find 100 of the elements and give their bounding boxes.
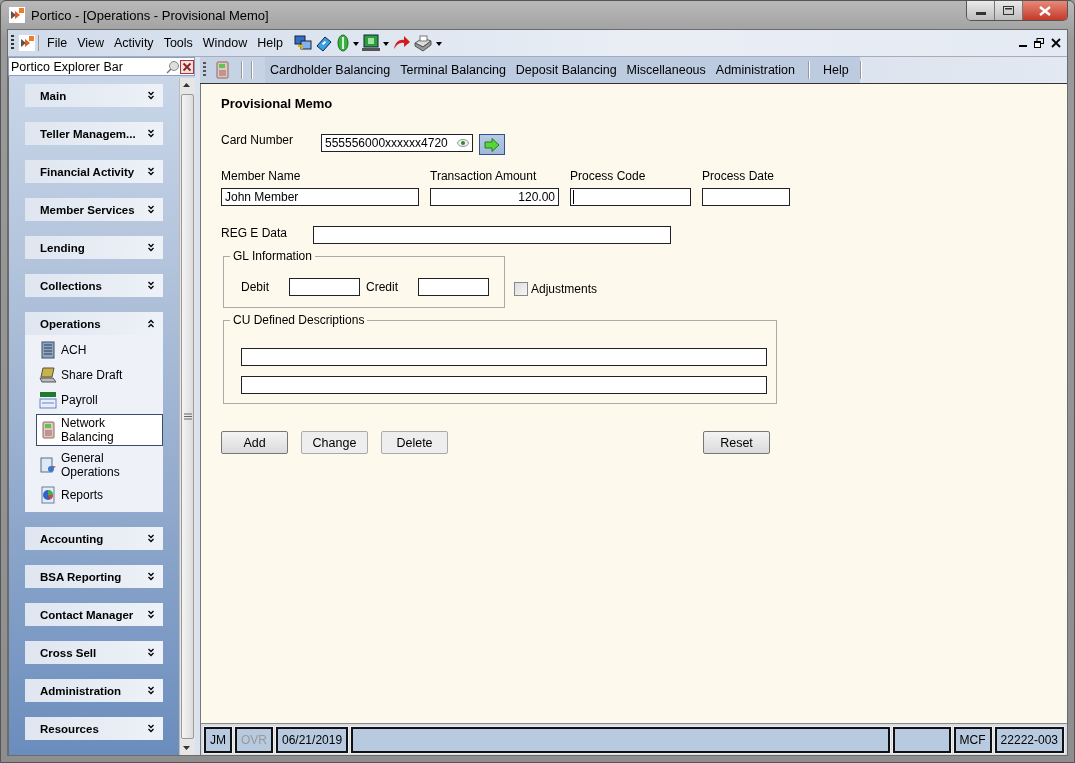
menu-item[interactable]: Tools (158, 34, 198, 52)
text-field[interactable]: John Member (221, 188, 419, 206)
grip-icon (183, 413, 192, 420)
nav-item[interactable]: Network Balancing (36, 414, 163, 446)
field-label: Card Number (221, 133, 295, 147)
eye-icon[interactable] (457, 139, 469, 147)
credit-field[interactable] (418, 278, 489, 296)
expand-chevron-icon (147, 685, 155, 696)
status-cell: JM (204, 727, 232, 753)
text-field[interactable] (570, 188, 691, 206)
close-icon[interactable] (1051, 38, 1061, 48)
menu-item[interactable]: View (72, 34, 110, 52)
field-label: REG E Data (221, 226, 289, 240)
maximize-button[interactable] (995, 1, 1023, 20)
status-panel (892, 727, 951, 753)
close-button[interactable] (1023, 1, 1067, 20)
expand-chevron-icon (147, 204, 155, 215)
document-chart-icon (39, 456, 57, 474)
status-cell: MCF (953, 727, 992, 753)
group-title: GL Information (230, 249, 315, 263)
menu-item[interactable]: Activity (109, 34, 159, 52)
description-field[interactable] (241, 376, 767, 394)
group-header[interactable]: Operations (25, 312, 163, 335)
terminal-icon (39, 421, 57, 439)
debit-field[interactable] (289, 278, 360, 296)
minimize-button[interactable] (967, 1, 995, 20)
restore-icon[interactable] (1034, 38, 1044, 48)
reg-e-data-field[interactable] (313, 226, 671, 244)
nav-item[interactable]: Payroll (38, 389, 158, 411)
checkbox[interactable] (514, 282, 528, 296)
action-button[interactable]: Add (221, 431, 288, 454)
logo-icon (19, 35, 35, 51)
group-header[interactable]: Member Services (25, 198, 163, 221)
card-reader-icon[interactable] (315, 34, 333, 52)
action-button[interactable]: Reset (703, 431, 770, 454)
group-header[interactable]: Lending (25, 236, 163, 259)
group-header[interactable]: Teller Managem... (25, 122, 163, 145)
menu-item[interactable]: Administration (710, 61, 800, 79)
group-header[interactable]: BSA Reporting (25, 565, 163, 588)
expand-chevron-icon (147, 609, 155, 620)
maximize-icon (1003, 6, 1014, 15)
expand-chevron-icon (147, 533, 155, 544)
scrollbar[interactable] (179, 78, 195, 755)
menu-item[interactable]: Cardholder Balancing (265, 61, 396, 79)
building-icon (39, 341, 57, 359)
group-header[interactable]: Accounting (25, 527, 163, 550)
pie-report-icon (39, 486, 57, 504)
terminal-icon (213, 61, 231, 79)
close-icon (1039, 5, 1051, 16)
text-field[interactable] (702, 188, 790, 206)
expand-chevron-icon (147, 242, 155, 253)
field-label: Credit (366, 280, 399, 294)
menu-item[interactable]: Help (252, 34, 288, 52)
nav-item[interactable]: General Operations (38, 449, 158, 481)
expand-chevron-icon (147, 90, 155, 101)
group-header[interactable]: Contact Manager (25, 603, 163, 626)
laptop-icon (39, 366, 57, 384)
status-cell: 06/21/2019 (276, 727, 349, 753)
expand-chevron-icon (147, 571, 155, 582)
expand-chevron-icon (147, 647, 155, 658)
menu-item[interactable]: Terminal Balancing (395, 61, 511, 79)
expand-chevron-icon (147, 166, 155, 177)
cash-register-icon[interactable] (362, 34, 380, 52)
expand-chevron-icon (147, 280, 155, 291)
close-icon[interactable] (180, 59, 194, 74)
right-arrow-icon (484, 137, 500, 152)
group-header[interactable]: Administration (25, 679, 163, 702)
text-field[interactable]: 120.00 (430, 188, 559, 206)
printer-icon[interactable] (413, 34, 433, 52)
field-label: Transaction Amount (430, 169, 538, 183)
group-title: CU Defined Descriptions (230, 313, 368, 327)
menu-item[interactable]: Miscellaneous (621, 61, 711, 79)
group-header[interactable]: Cross Sell (25, 641, 163, 664)
form-title: Provisional Memo (221, 96, 334, 111)
group-header[interactable]: Main (25, 84, 163, 107)
group-header[interactable]: Collections (25, 274, 163, 297)
nav-item[interactable]: Share Draft (38, 364, 158, 386)
monitors-icon[interactable] (294, 34, 312, 52)
description-field[interactable] (241, 348, 767, 366)
collapse-chevron-icon (147, 318, 155, 329)
group-header[interactable]: Resources (25, 717, 163, 740)
field-label: Member Name (221, 169, 302, 183)
group-header[interactable]: Financial Activity (25, 160, 163, 183)
menu-item[interactable]: Window (197, 34, 253, 52)
window-title: Portico - [Operations - Provisional Memo] (31, 7, 269, 23)
menu-item[interactable]: Help (818, 61, 854, 79)
menu-item[interactable]: Deposit Balancing (510, 61, 622, 79)
card-number-field[interactable]: 555556000xxxxxx4720 (321, 134, 473, 152)
checkbox-label: Adjustments (531, 282, 598, 296)
status-cell: 22222-003 (994, 727, 1064, 753)
panel-title: Portico Explorer Bar (11, 59, 124, 74)
field-label: Process Date (702, 169, 776, 183)
nav-item[interactable]: ACH (38, 339, 158, 361)
logo-icon (9, 7, 25, 23)
coin-icon[interactable] (336, 34, 350, 52)
nav-item[interactable]: Reports (38, 484, 158, 506)
menu-item[interactable]: File (42, 34, 73, 52)
go-button[interactable] (479, 134, 505, 155)
field-label: Debit (241, 280, 270, 294)
paycheck-icon (39, 391, 57, 409)
